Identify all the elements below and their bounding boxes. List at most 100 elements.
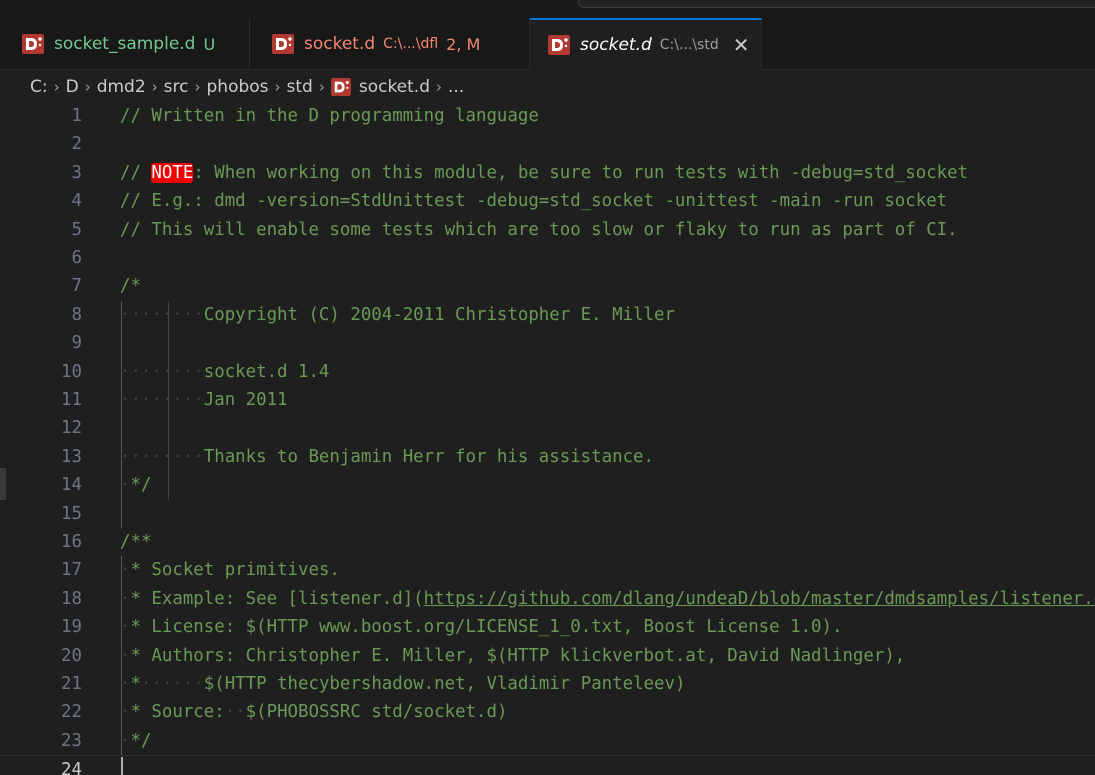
- tab-title: socket.d: [304, 34, 376, 54]
- whitespace-marker: ········: [120, 390, 204, 410]
- code-line[interactable]: 9: [0, 329, 1095, 357]
- comment-text: Copyright (C) 2004-2011 Christopher E. M…: [203, 304, 675, 325]
- comment-text: *: [130, 674, 141, 694]
- tab-status-badge: U: [203, 34, 216, 54]
- line-number: 9: [71, 333, 82, 354]
- code-text: ········Copyright (C) 2004-2011 Christop…: [120, 301, 675, 329]
- line-number: 20: [61, 645, 82, 666]
- tab-0[interactable]: socket_sample.d U: [0, 18, 250, 70]
- whitespace-marker: ······: [140, 674, 204, 694]
- code-editor[interactable]: 1 // Written in the D programming languag…: [0, 102, 1095, 775]
- comment-text: * Example: See [listener.d](: [130, 588, 424, 609]
- code-line[interactable]: 20 ·* Authors: Christopher E. Miller, $(H…: [0, 642, 1095, 670]
- code-line[interactable]: 21 ·*······$(HTTP thecybershadow.net, Vla…: [0, 670, 1095, 698]
- line-number: 22: [61, 702, 82, 723]
- tab-2[interactable]: socket.d C:\...\std ✕: [530, 18, 762, 70]
- whitespace-marker: ········: [120, 304, 204, 325]
- code-line[interactable]: 6: [0, 244, 1095, 272]
- code-line[interactable]: 24: [0, 755, 1095, 775]
- comment-text: Thanks to Benjamin Herr for his assistan…: [203, 446, 654, 467]
- breadcrumb-item[interactable]: D: [66, 77, 79, 97]
- line-number: 11: [61, 390, 82, 410]
- code-text: ········socket.d 1.4: [120, 358, 329, 386]
- line-number: 14: [61, 475, 82, 496]
- code-text: ·* License: $(HTTP www.boost.org/LICENSE…: [120, 613, 842, 641]
- code-line[interactable]: 2: [0, 130, 1095, 158]
- code-line[interactable]: 16 /**: [0, 528, 1095, 556]
- note-highlight: NOTE: [151, 162, 194, 183]
- line-number: 23: [61, 730, 82, 751]
- indent-guide: [121, 300, 122, 528]
- code-line[interactable]: 18 ·* Example: See [listener.d](https://g…: [0, 585, 1095, 613]
- code-line[interactable]: 17 ·* Socket primitives.: [0, 556, 1095, 584]
- code-text: /**: [120, 528, 151, 556]
- code-link[interactable]: https://github.com/dlang/undeaD/blob/mas…: [424, 589, 1095, 609]
- code-line[interactable]: 10 ········socket.d 1.4: [0, 358, 1095, 386]
- breadcrumb-item[interactable]: ...: [448, 77, 464, 97]
- code-text: // This will enable some tests which are…: [120, 216, 958, 244]
- command-center[interactable]: [578, 0, 1095, 8]
- code-text: ········Thanks to Benjamin Herr for his …: [120, 443, 654, 471]
- breadcrumb-item[interactable]: socket.d: [359, 77, 430, 97]
- comment-text: // Written in the D programming language: [120, 106, 539, 126]
- code-line[interactable]: 12: [0, 414, 1095, 442]
- code-text: ·*/: [120, 727, 151, 755]
- code-text: ·* Socket primitives.: [120, 556, 340, 584]
- code-line[interactable]: 13 ········Thanks to Benjamin Herr for hi…: [0, 443, 1095, 471]
- code-line[interactable]: 1 // Written in the D programming languag…: [0, 102, 1095, 130]
- code-line[interactable]: 4 // E.g.: dmd -version=StdUnittest -debu…: [0, 187, 1095, 215]
- breadcrumb-item[interactable]: src: [164, 77, 189, 97]
- code-line[interactable]: 22 ·* Source:··$(PHOBOSSRC std/socket.d): [0, 698, 1095, 726]
- line-number: 16: [61, 532, 82, 552]
- d-language-icon: [22, 34, 44, 54]
- code-text: ·* Authors: Christopher E. Miller, $(HTT…: [120, 642, 905, 670]
- chevron-right-icon: ›: [53, 78, 60, 96]
- line-number: 8: [71, 304, 82, 325]
- code-line[interactable]: 15: [0, 500, 1095, 528]
- code-text: // NOTE: When working on this module, be…: [120, 159, 968, 187]
- comment-text: */: [130, 475, 152, 496]
- breadcrumb-item[interactable]: dmd2: [97, 77, 146, 97]
- line-number: 2: [71, 134, 82, 155]
- code-line[interactable]: 8 ········Copyright (C) 2004-2011 Christo…: [0, 301, 1095, 329]
- code-text: // E.g.: dmd -version=StdUnittest -debug…: [120, 187, 947, 215]
- line-number: 15: [61, 503, 82, 524]
- code-text: /*: [120, 272, 141, 300]
- indent-guide: [121, 556, 122, 756]
- comment-text: */: [130, 730, 152, 751]
- comment-text: $(PHOBOSSRC std/socket.d): [245, 702, 508, 723]
- chevron-right-icon: ›: [151, 78, 158, 96]
- breadcrumb-item[interactable]: C:: [30, 77, 48, 97]
- code-line[interactable]: 14 ·*/: [0, 471, 1095, 499]
- whitespace-marker: ··: [224, 702, 246, 723]
- code-text: ·* Example: See [listener.d](https://git…: [120, 585, 1095, 613]
- code-line[interactable]: 5 // This will enable some tests which ar…: [0, 216, 1095, 244]
- line-number: 17: [61, 560, 82, 581]
- editor-window: socket_sample.d Usocket.d C:\...\dfl 2, Mso…: [0, 0, 1095, 775]
- line-number: 10: [61, 361, 82, 382]
- tab-bar: socket_sample.d Usocket.d C:\...\dfl 2, Mso…: [0, 18, 1095, 70]
- breadcrumb-item[interactable]: std: [287, 77, 313, 97]
- title-bar: [0, 0, 1095, 18]
- tab-path: C:\...\std: [659, 37, 719, 53]
- line-number: 24: [61, 760, 82, 775]
- code-text: ·* Source:··$(PHOBOSSRC std/socket.d): [120, 698, 507, 726]
- code-line[interactable]: 7 /*: [0, 272, 1095, 300]
- code-line[interactable]: 19 ·* License: $(HTTP www.boost.org/LICEN…: [0, 613, 1095, 641]
- code-line[interactable]: 3 // NOTE: When working on this module, b…: [0, 159, 1095, 187]
- line-number: 19: [61, 617, 82, 638]
- d-language-icon: [330, 78, 351, 96]
- close-icon[interactable]: ✕: [733, 35, 750, 55]
- code-line[interactable]: 11 ········Jan 2011: [0, 386, 1095, 414]
- tab-1[interactable]: socket.d C:\...\dfl 2, M: [250, 18, 530, 70]
- text-cursor: [121, 757, 123, 775]
- line-number: 1: [71, 106, 82, 126]
- line-number: 7: [71, 276, 82, 297]
- code-line[interactable]: 23 ·*/: [0, 727, 1095, 755]
- breadcrumb-item[interactable]: phobos: [207, 77, 269, 97]
- comment-text: /*: [120, 276, 141, 297]
- comment-text: // E.g.: dmd -version=StdUnittest -debug…: [120, 191, 948, 212]
- tab-path: C:\...\dfl: [383, 36, 439, 52]
- indent-guide: [168, 300, 169, 500]
- comment-text: /**: [120, 532, 152, 552]
